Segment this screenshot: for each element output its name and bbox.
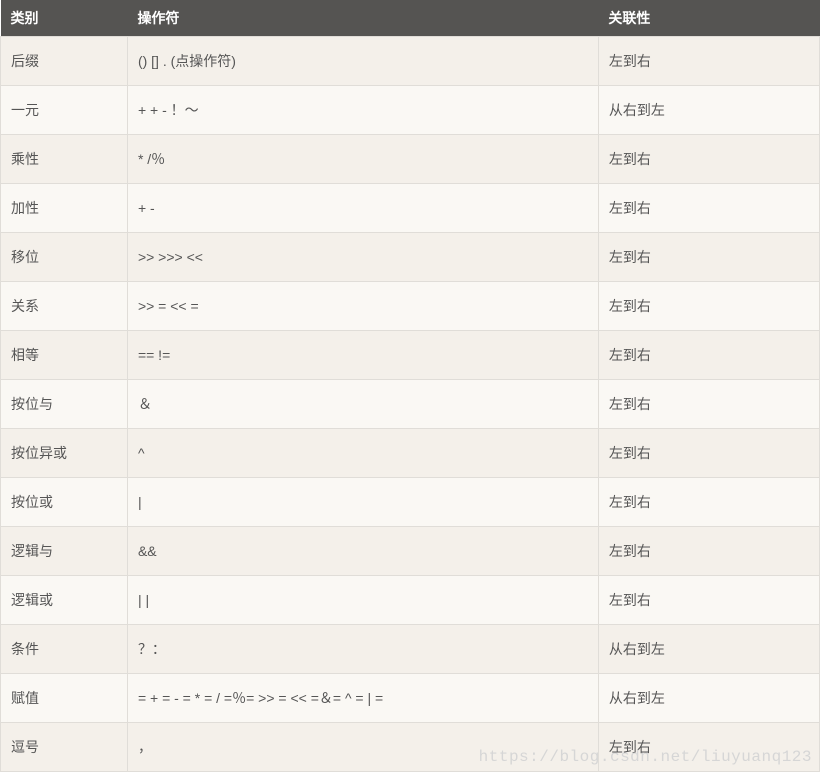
cell-category: 按位异或 (1, 429, 128, 478)
cell-category: 加性 (1, 184, 128, 233)
cell-category: 关系 (1, 282, 128, 331)
cell-category: 条件 (1, 625, 128, 674)
cell-category: 一元 (1, 86, 128, 135)
cell-associativity: 左到右 (598, 380, 819, 429)
table-header-row: 类别 操作符 关联性 (1, 0, 820, 37)
table-row: 逗号，左到右 (1, 723, 820, 772)
table-row: 条件？：从右到左 (1, 625, 820, 674)
cell-associativity: 从右到左 (598, 625, 819, 674)
table-row: 加性+ -左到右 (1, 184, 820, 233)
cell-category: 赋值 (1, 674, 128, 723)
cell-associativity: 左到右 (598, 233, 819, 282)
table-row: 相等== !=左到右 (1, 331, 820, 380)
cell-operator: + - (127, 184, 598, 233)
cell-operator: = + = - = * = / =％= >> = << =＆= ^ = | = (127, 674, 598, 723)
cell-operator: ？： (127, 625, 598, 674)
cell-operator: ＆ (127, 380, 598, 429)
table-body: 后缀() [] . (点操作符)左到右一元+ + - ！〜从右到左乘性* /％左… (1, 37, 820, 772)
cell-category: 逻辑或 (1, 576, 128, 625)
cell-operator: () [] . (点操作符) (127, 37, 598, 86)
cell-operator: + + - ！〜 (127, 86, 598, 135)
table-row: 逻辑与&&左到右 (1, 527, 820, 576)
col-category: 类别 (1, 0, 128, 37)
table-row: 按位与＆左到右 (1, 380, 820, 429)
cell-associativity: 左到右 (598, 37, 819, 86)
col-operator: 操作符 (127, 0, 598, 37)
table-row: 按位或|左到右 (1, 478, 820, 527)
cell-associativity: 左到右 (598, 478, 819, 527)
cell-associativity: 左到右 (598, 576, 819, 625)
cell-operator: >> = << = (127, 282, 598, 331)
cell-associativity: 左到右 (598, 282, 819, 331)
cell-operator: | | (127, 576, 598, 625)
cell-operator: ， (127, 723, 598, 772)
table-row: 一元+ + - ！〜从右到左 (1, 86, 820, 135)
cell-associativity: 左到右 (598, 135, 819, 184)
cell-operator: * /％ (127, 135, 598, 184)
cell-category: 按位或 (1, 478, 128, 527)
cell-associativity: 左到右 (598, 184, 819, 233)
cell-associativity: 左到右 (598, 429, 819, 478)
cell-associativity: 从右到左 (598, 674, 819, 723)
cell-category: 按位与 (1, 380, 128, 429)
cell-associativity: 左到右 (598, 527, 819, 576)
operator-precedence-table: 类别 操作符 关联性 后缀() [] . (点操作符)左到右一元+ + - ！〜… (0, 0, 820, 772)
cell-category: 乘性 (1, 135, 128, 184)
table-row: 后缀() [] . (点操作符)左到右 (1, 37, 820, 86)
cell-associativity: 左到右 (598, 723, 819, 772)
table-row: 按位异或^左到右 (1, 429, 820, 478)
cell-operator: | (127, 478, 598, 527)
cell-associativity: 左到右 (598, 331, 819, 380)
cell-category: 逻辑与 (1, 527, 128, 576)
table-row: 关系>> = << =左到右 (1, 282, 820, 331)
table-row: 乘性* /％左到右 (1, 135, 820, 184)
cell-category: 逗号 (1, 723, 128, 772)
cell-category: 移位 (1, 233, 128, 282)
table-row: 移位>> >>> <<左到右 (1, 233, 820, 282)
table-row: 赋值= + = - = * = / =％= >> = << =＆= ^ = | … (1, 674, 820, 723)
cell-operator: && (127, 527, 598, 576)
cell-operator: == != (127, 331, 598, 380)
col-associativity: 关联性 (598, 0, 819, 37)
cell-category: 后缀 (1, 37, 128, 86)
table-row: 逻辑或| |左到右 (1, 576, 820, 625)
cell-associativity: 从右到左 (598, 86, 819, 135)
cell-operator: ^ (127, 429, 598, 478)
cell-category: 相等 (1, 331, 128, 380)
cell-operator: >> >>> << (127, 233, 598, 282)
